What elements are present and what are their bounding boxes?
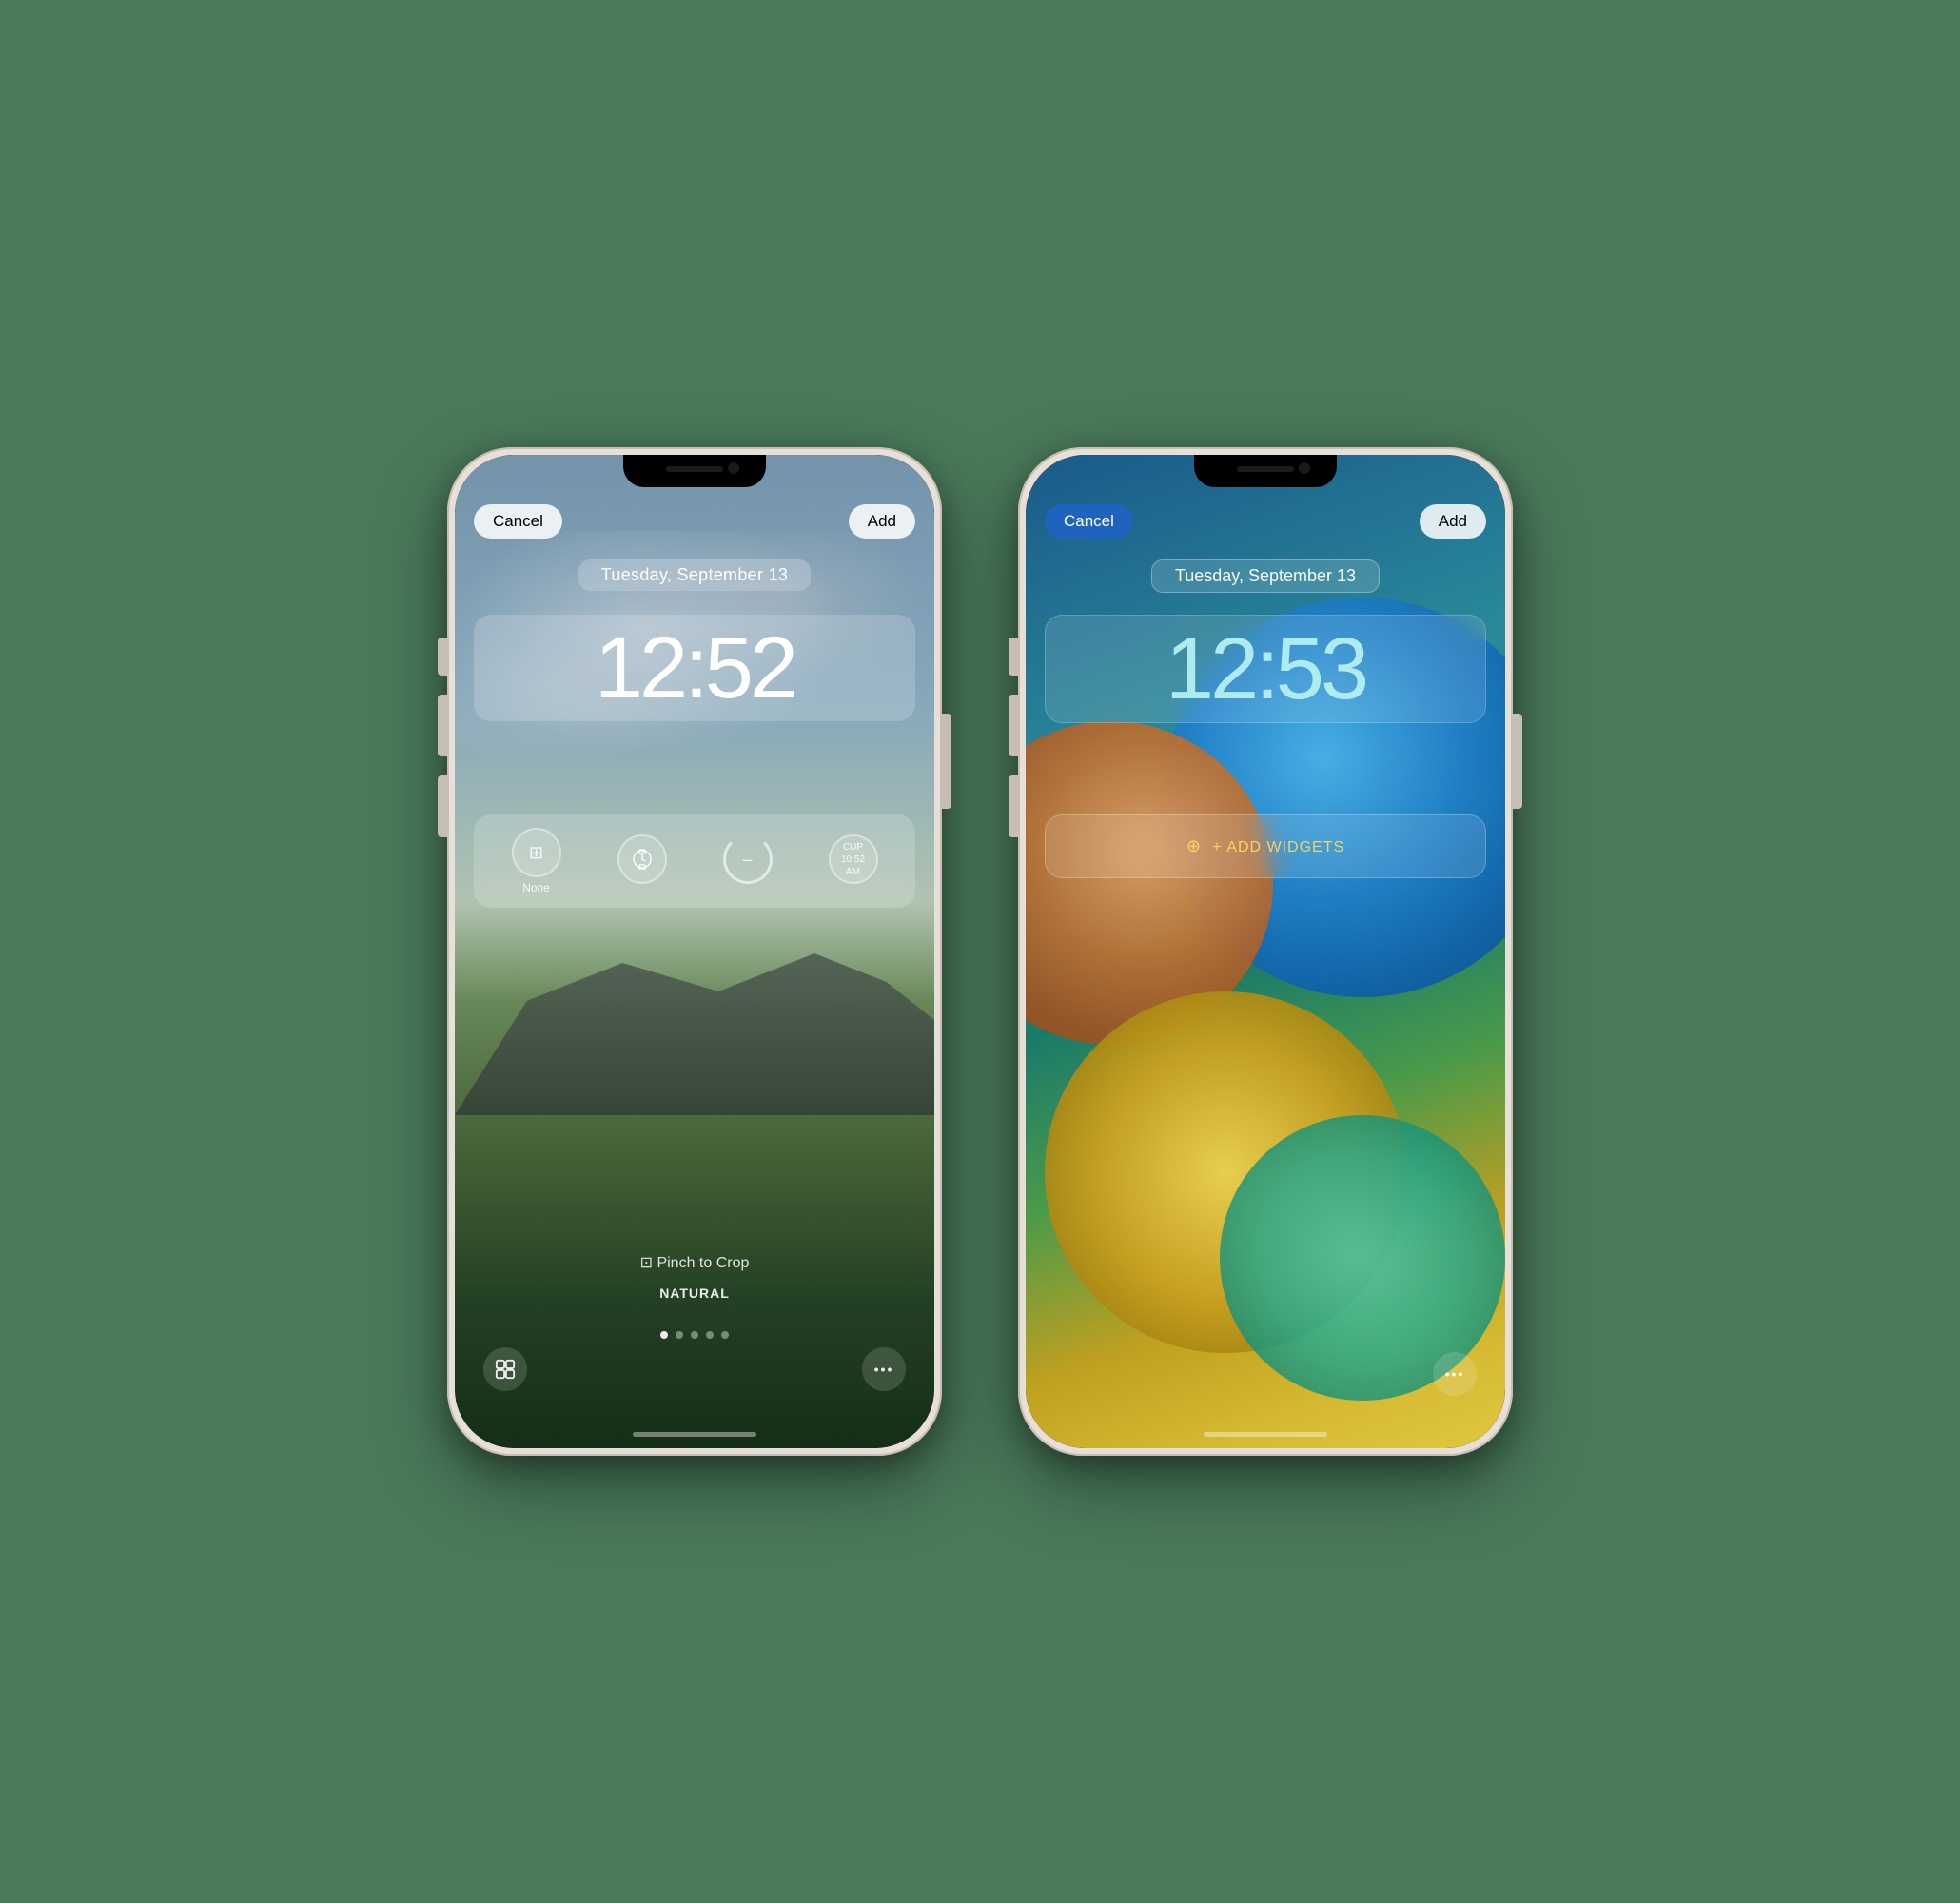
top-bar-phone1: Cancel Add <box>474 504 915 539</box>
pinch-to-crop: ⊡ Pinch to Crop <box>455 1253 934 1272</box>
dot-2 <box>676 1331 683 1339</box>
iphone-1: Cancel Add Tuesday, September 13 12:52 ⊞… <box>447 447 942 1456</box>
dot-4 <box>706 1331 714 1339</box>
cup-icon: CUP10:52AM <box>829 834 878 884</box>
home-indicator-1 <box>633 1432 756 1437</box>
add-widgets-button[interactable]: ⊕ + ADD WIDGETS <box>1045 814 1486 878</box>
volume-down-button[interactable] <box>438 775 447 837</box>
dot-1 <box>660 1331 668 1339</box>
clock-time-2: 12:53 <box>1065 625 1466 713</box>
iphone-2: Cancel Add Tuesday, September 13 12:53 ⊕… <box>1018 447 1513 1456</box>
cancel-button-2[interactable]: Cancel <box>1045 504 1133 539</box>
gallery-button[interactable] <box>483 1347 527 1391</box>
camera <box>728 462 739 474</box>
widget-ring[interactable]: – <box>723 834 773 888</box>
dot-3 <box>691 1331 698 1339</box>
date-pill-1: Tuesday, September 13 <box>578 559 811 591</box>
phone2-screen: Cancel Add Tuesday, September 13 12:53 ⊕… <box>1026 455 1505 1448</box>
date-label-2: Tuesday, September 13 <box>1045 559 1486 593</box>
speaker <box>666 466 723 472</box>
phone1-screen: Cancel Add Tuesday, September 13 12:52 ⊞… <box>455 455 934 1448</box>
mute-button-2[interactable] <box>1009 638 1018 676</box>
cancel-button-1[interactable]: Cancel <box>474 504 562 539</box>
widget-none-label: None <box>522 881 550 894</box>
page-dots <box>455 1331 934 1339</box>
volume-up-button-2[interactable] <box>1009 695 1018 756</box>
notch <box>623 455 766 487</box>
watch-icon <box>617 834 667 884</box>
clock-widget-2[interactable]: 12:53 <box>1045 615 1486 723</box>
date-label-1: Tuesday, September 13 <box>474 559 915 591</box>
bottom-controls-1: ••• <box>483 1347 906 1391</box>
widget-cup[interactable]: CUP10:52AM <box>829 834 878 888</box>
more-button-1[interactable]: ••• <box>862 1347 906 1391</box>
ring-icon: – <box>723 834 773 884</box>
volume-down-button-2[interactable] <box>1009 775 1018 837</box>
add-button-1[interactable]: Add <box>849 504 915 539</box>
speaker-2 <box>1237 466 1294 472</box>
volume-up-button[interactable] <box>438 695 447 756</box>
iphone-2-screen: Cancel Add Tuesday, September 13 12:53 ⊕… <box>1026 455 1505 1448</box>
date-pill-2: Tuesday, September 13 <box>1151 559 1380 593</box>
filter-label: NATURAL <box>455 1285 934 1301</box>
add-widgets-label: ⊕ + ADD WIDGETS <box>1186 839 1344 855</box>
more-dots-1: ••• <box>874 1362 894 1377</box>
dot-5 <box>721 1331 729 1339</box>
iphone-1-screen: Cancel Add Tuesday, September 13 12:52 ⊞… <box>455 455 934 1448</box>
camera-2 <box>1299 462 1310 474</box>
notch-2 <box>1194 455 1337 487</box>
more-button-2[interactable]: ••• <box>1433 1352 1477 1396</box>
widgets-row-1[interactable]: ⊞ None <box>474 814 915 908</box>
colorful-wallpaper <box>1026 455 1505 1448</box>
top-bar-phone2: Cancel Add <box>1045 504 1486 539</box>
power-button-2[interactable] <box>1513 714 1522 809</box>
clock-time-1: 12:52 <box>493 624 896 712</box>
add-plus-icon: ⊕ <box>1186 836 1202 856</box>
add-button-2[interactable]: Add <box>1420 504 1486 539</box>
clock-widget-1[interactable]: 12:52 <box>474 615 915 721</box>
widget-none[interactable]: ⊞ None <box>512 828 561 894</box>
widget-watch[interactable] <box>617 834 667 888</box>
more-dots-2: ••• <box>1445 1366 1465 1382</box>
power-button[interactable] <box>942 714 951 809</box>
mute-button[interactable] <box>438 638 447 676</box>
widget-none-icon: ⊞ <box>512 828 561 877</box>
home-indicator-2 <box>1204 1432 1327 1437</box>
